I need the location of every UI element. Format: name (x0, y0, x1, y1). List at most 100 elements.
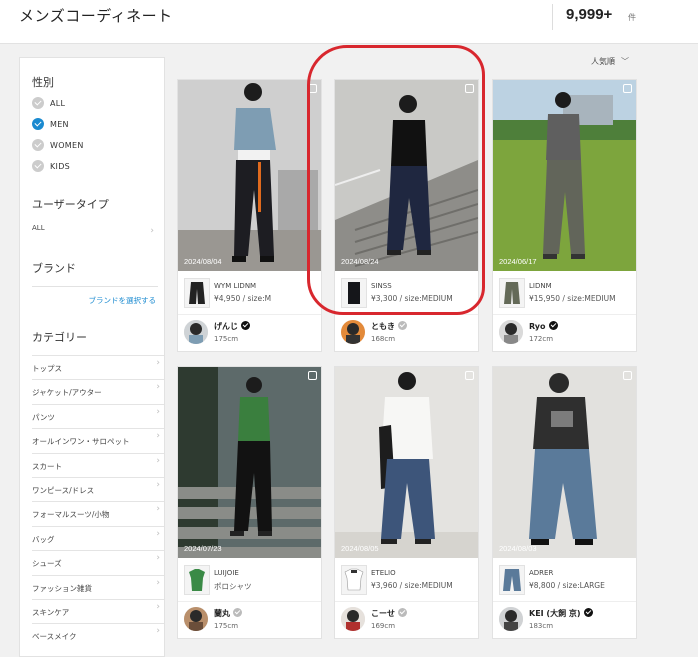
save-icon[interactable] (465, 371, 474, 380)
chevron-right-icon: › (156, 626, 160, 637)
brand-select-link[interactable]: ブランドを選択する (89, 295, 157, 306)
category-label: スキンケア (32, 607, 70, 617)
item-info[interactable]: SINSS ¥3,300 / size:MEDIUM (335, 271, 478, 315)
verified-icon (398, 321, 407, 330)
coordinate-photo[interactable]: 2024/08/03 (493, 367, 636, 558)
user-info[interactable]: Ryo 172cm (493, 315, 636, 351)
radio-icon (32, 97, 44, 109)
comment-icon[interactable] (623, 371, 632, 380)
radio-checked-icon (32, 118, 44, 130)
filter-sidebar: 性別 ALL MEN WOMEN KIDS ユーザータイプ ALL › ブランド … (19, 57, 165, 657)
category-item[interactable]: ジャケット/アウター › (32, 379, 164, 403)
save-icon[interactable] (465, 84, 474, 93)
post-date: 2024/08/05 (341, 544, 379, 553)
user-type-select[interactable]: ALL › (32, 224, 158, 240)
avatar (499, 320, 523, 344)
user-name-text: ともき (371, 322, 395, 331)
gender-option-kids[interactable]: KIDS (32, 159, 70, 173)
chevron-right-icon: › (156, 358, 160, 368)
user-info[interactable]: KEI (大飼 京) 183cm (493, 602, 636, 638)
item-brand: SINSS (371, 282, 392, 290)
brand-title: ブランド (32, 262, 76, 275)
user-name-text: こーせ (371, 609, 395, 618)
coordinate-card[interactable]: 2024/08/24 SINSS ¥3,300 / size:MEDIUM とも… (334, 79, 479, 352)
category-item[interactable]: バッグ › (32, 525, 164, 550)
chevron-right-icon: › (156, 528, 160, 539)
page-header: メンズコーディネート 9,999+ 件 (0, 0, 698, 44)
gender-option-all[interactable]: ALL (32, 96, 65, 110)
category-item[interactable]: シューズ › (32, 550, 164, 574)
category-title: カテゴリー (32, 331, 87, 344)
gender-label: WOMEN (50, 140, 84, 150)
user-height: 183cm (529, 622, 554, 630)
item-thumbnail (341, 565, 367, 595)
item-price: ポロシャツ (214, 582, 252, 591)
save-icon[interactable] (623, 84, 632, 93)
save-icon[interactable] (308, 84, 317, 93)
radio-icon (32, 139, 44, 151)
category-label: ベースメイク (32, 632, 77, 642)
category-item[interactable]: フォーマルスーツ/小物 › (32, 501, 164, 525)
item-info[interactable]: ETELIO ¥3,960 / size:MEDIUM (335, 558, 478, 602)
coordinate-photo[interactable]: 2024/08/04 (178, 80, 321, 271)
item-price: ¥3,300 / size:MEDIUM (371, 294, 453, 303)
category-label: ワンピース/ドレス (32, 485, 95, 495)
category-label: トップス (32, 364, 62, 373)
item-brand: ADRER (529, 569, 554, 577)
coordinate-card[interactable]: 2024/08/04 WYM LIDNM ¥4,950 / size:M げんじ… (177, 79, 322, 352)
item-info[interactable]: LIDNM ¥15,950 / size:MEDIUM (493, 271, 636, 315)
category-item[interactable]: スカート › (32, 452, 164, 477)
chevron-right-icon: › (156, 553, 160, 564)
category-item[interactable]: オールインワン・サロペット › (32, 428, 164, 452)
gender-title: 性別 (32, 76, 54, 89)
gender-option-men[interactable]: MEN (32, 117, 69, 131)
brand-divider (32, 286, 158, 287)
item-brand: WYM LIDNM (214, 282, 257, 290)
user-name-text: Ryo (529, 322, 546, 331)
verified-icon (548, 321, 558, 330)
item-brand: LUIJOIE (214, 569, 239, 577)
item-thumbnail (341, 278, 367, 308)
coordinate-photo[interactable]: 2024/06/17 (493, 80, 636, 271)
coordinate-photo[interactable]: 2024/07/23 (178, 367, 321, 558)
user-info[interactable]: 蘭丸 175cm (178, 602, 321, 638)
user-name: こーせ (371, 608, 407, 619)
chevron-right-icon: › (156, 406, 160, 417)
result-count: 9,999+ (566, 6, 613, 23)
post-date: 2024/07/23 (184, 544, 222, 553)
save-icon[interactable] (308, 371, 317, 380)
category-item[interactable]: ワンピース/ドレス › (32, 476, 164, 501)
gender-label: KIDS (50, 161, 71, 171)
category-item[interactable]: ベースメイク › (32, 623, 164, 647)
user-name: Ryo (529, 321, 558, 331)
user-name: KEI (大飼 京) (529, 608, 593, 619)
category-label: ジャケット/アウター (32, 388, 102, 398)
category-item[interactable]: パンツ › (32, 403, 164, 428)
coordinate-card[interactable]: 2024/07/23 LUIJOIE ポロシャツ 蘭丸 175cm (177, 366, 322, 639)
coordinate-card[interactable]: 2024/08/03 ADRER ¥8,800 / size:LARGE KEI… (492, 366, 637, 639)
coordinate-card[interactable]: 2024/08/05 ETELIO ¥3,960 / size:MEDIUM こ… (334, 366, 479, 639)
item-thumbnail (184, 278, 210, 308)
gender-option-women[interactable]: WOMEN (32, 138, 84, 152)
category-label: パンツ (32, 412, 55, 422)
item-info[interactable]: ADRER ¥8,800 / size:LARGE (493, 558, 636, 602)
user-info[interactable]: げんじ 175cm (178, 315, 321, 351)
user-info[interactable]: こーせ 169cm (335, 602, 478, 638)
chevron-right-icon: › (156, 479, 160, 490)
user-info[interactable]: ともき 168cm (335, 315, 478, 351)
item-info[interactable]: LUIJOIE ポロシャツ (178, 558, 321, 602)
coordinate-card[interactable]: 2024/06/17 LIDNM ¥15,950 / size:MEDIUM R… (492, 79, 637, 352)
sort-dropdown[interactable]: 人気順 ﹀ (591, 56, 629, 67)
category-item[interactable]: スキンケア › (32, 598, 164, 623)
category-item[interactable]: トップス › (32, 355, 164, 379)
category-label: フォーマルスーツ/小物 (32, 510, 110, 520)
chevron-right-icon: › (156, 431, 160, 442)
user-height: 175cm (214, 335, 239, 343)
coordinate-photo[interactable]: 2024/08/05 (335, 367, 478, 558)
category-item[interactable]: ファッション雑貨 › (32, 574, 164, 599)
radio-icon (32, 160, 44, 172)
item-info[interactable]: WYM LIDNM ¥4,950 / size:M (178, 271, 321, 315)
user-height: 175cm (214, 622, 239, 630)
avatar (184, 320, 208, 344)
coordinate-photo[interactable]: 2024/08/24 (335, 80, 478, 271)
